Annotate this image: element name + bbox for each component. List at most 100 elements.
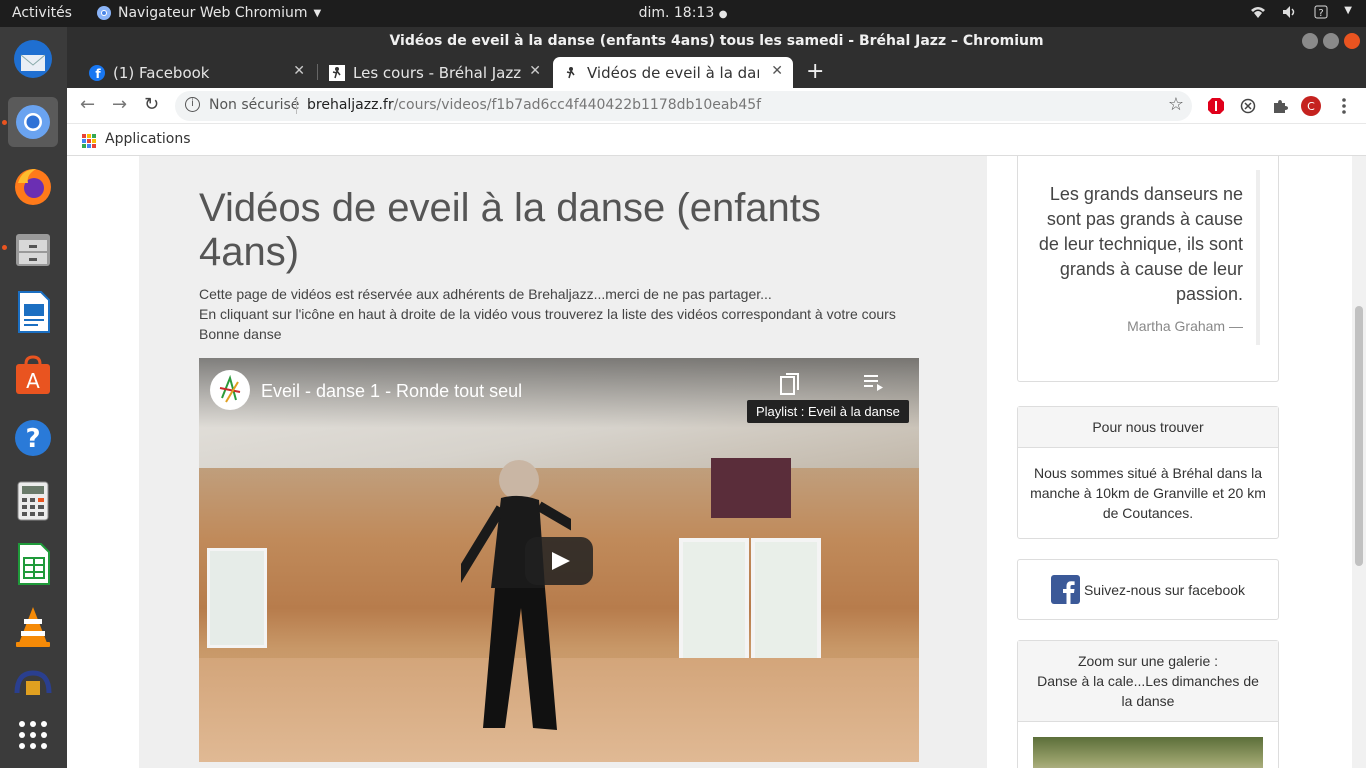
gallery-heading-line2: Danse à la cale...Les dimanches de la da… <box>1037 673 1259 709</box>
help-icon: ? <box>15 420 51 456</box>
playlist-tooltip: Playlist : Eveil à la danse <box>747 400 909 423</box>
svg-text:C: C <box>1307 100 1315 113</box>
gallery-heading-line1: Zoom sur une galerie : <box>1077 653 1219 669</box>
firefox-icon <box>15 169 51 205</box>
close-icon[interactable]: ✕ <box>293 63 305 79</box>
intro-line-members-only: Cette page de vidéos est réservée aux ad… <box>199 286 772 302</box>
tab-les-cours[interactable]: Les cours - Bréhal Jazz ✕ <box>319 57 551 88</box>
chromium-icon <box>97 6 111 20</box>
video-frame-window <box>679 538 749 668</box>
extensions-puzzle-icon[interactable] <box>1270 96 1290 116</box>
play-button[interactable] <box>525 537 593 585</box>
bookmark-star-icon[interactable]: ☆ <box>1168 94 1184 115</box>
tab-label: (1) Facebook <box>113 63 210 82</box>
find-us-heading: Pour nous trouver <box>1018 407 1278 448</box>
calculator-icon <box>17 481 49 521</box>
tab-videos-eveil[interactable]: Vidéos de eveil à la danse ✕ <box>553 57 793 88</box>
ubuntu-dock: A ? <box>0 27 67 768</box>
svg-text:f: f <box>95 67 101 81</box>
dock-libreoffice-calc[interactable] <box>8 539 58 589</box>
youtube-video-player[interactable]: Eveil - danse 1 - Ronde tout seul Playli… <box>199 358 919 762</box>
dock-files[interactable] <box>8 224 58 274</box>
quote-text: Les grands danseurs ne sont pas grands à… <box>1038 184 1243 304</box>
bookmarks-bar: Applications <box>67 124 1366 156</box>
facebook-follow-link[interactable]: Suivez-nous sur facebook <box>1084 582 1245 598</box>
dock-calculator[interactable] <box>8 476 58 526</box>
apps-grid-icon[interactable] <box>82 134 96 148</box>
file-cabinet-icon <box>16 234 50 266</box>
volume-icon <box>1282 5 1298 23</box>
dock-software-center[interactable]: A <box>8 350 58 400</box>
dock-vlc[interactable] <box>8 602 58 652</box>
chevron-down-icon: ▼ <box>313 7 322 19</box>
facebook-panel[interactable]: Suivez-nous sur facebook <box>1017 559 1279 620</box>
close-icon[interactable]: ✕ <box>771 63 783 79</box>
page-scrollbar[interactable] <box>1352 156 1366 768</box>
find-us-body: Nous sommes situé à Bréhal dans la manch… <box>1030 465 1266 521</box>
svg-text:A: A <box>26 369 40 393</box>
video-frame-window <box>751 538 821 668</box>
quote-panel: Les grands danseurs ne sont pas grands à… <box>1017 156 1279 382</box>
video-frame-dancer <box>461 460 571 730</box>
video-title[interactable]: Eveil - danse 1 - Ronde tout seul <box>261 381 522 402</box>
thunderbird-icon <box>14 40 52 78</box>
app-menu-label: Navigateur Web Chromium <box>118 5 308 21</box>
vlc-cone-icon <box>16 607 50 647</box>
clock[interactable]: dim. 18:13 <box>639 5 715 21</box>
writer-document-icon <box>18 291 50 333</box>
dock-help[interactable]: ? <box>8 413 58 463</box>
forward-arrow-icon[interactable]: → <box>112 94 127 115</box>
dock-audio-app[interactable] <box>8 665 58 695</box>
video-frame-window <box>207 548 267 648</box>
video-frame-tapestry <box>711 458 791 518</box>
dock-firefox[interactable] <box>8 161 58 211</box>
blocker-extension-icon[interactable] <box>1238 96 1258 116</box>
activities-button[interactable]: Activités <box>12 5 72 21</box>
address-bar[interactable]: i Non sécurisé brehaljazz.fr/cours/video… <box>175 91 1192 121</box>
app-grid-icon <box>19 721 47 749</box>
gallery-thumbnail[interactable] <box>1033 737 1263 768</box>
app-menu[interactable]: Navigateur Web Chromium ▼ <box>96 5 321 21</box>
playlist-icon[interactable] <box>864 374 886 392</box>
copy-link-icon[interactable] <box>779 372 801 396</box>
security-label[interactable]: Non sécurisé <box>209 97 299 113</box>
tab-label: Vidéos de eveil à la danse <box>587 63 759 82</box>
profile-avatar[interactable]: C <box>1301 96 1321 116</box>
reload-icon[interactable]: ↻ <box>144 94 159 115</box>
svg-text:?: ? <box>25 424 40 454</box>
window-titlebar[interactable]: Vidéos de eveil à la danse (enfants 4ans… <box>67 27 1366 55</box>
svg-text:?: ? <box>1319 8 1324 19</box>
help-icon: ? <box>1314 5 1328 23</box>
dock-thunderbird[interactable] <box>8 34 58 84</box>
scrollbar-thumb[interactable] <box>1355 306 1363 566</box>
quote-author: Martha Graham — <box>1127 318 1243 334</box>
new-tab-button[interactable]: + <box>806 59 824 84</box>
main-content: Vidéos de eveil à la danse (enfants 4ans… <box>139 156 987 768</box>
tab-separator <box>317 64 318 80</box>
gallery-panel: Zoom sur une galerie : Danse à la cale..… <box>1017 640 1279 768</box>
close-icon[interactable]: ✕ <box>529 63 541 79</box>
intro-line-playlist-hint: En cliquant sur l'icône en haut à droite… <box>199 306 896 322</box>
url-text[interactable]: brehaljazz.fr/cours/videos/f1b7ad6cc4f44… <box>307 97 761 113</box>
notification-dot-icon: ● <box>718 9 728 20</box>
show-applications-button[interactable] <box>8 710 58 760</box>
quote-border <box>1256 170 1260 345</box>
adblock-icon[interactable] <box>1206 96 1226 116</box>
dock-libreoffice-writer[interactable] <box>8 287 58 337</box>
tab-label: Les cours - Bréhal Jazz <box>353 63 522 82</box>
minimize-icon[interactable] <box>1302 33 1318 49</box>
intro-line-bonne-danse: Bonne danse <box>199 326 282 342</box>
chromium-icon <box>16 105 50 139</box>
page-title: Vidéos de eveil à la danse (enfants 4ans… <box>199 186 821 274</box>
system-tray[interactable]: ? ▼ <box>1250 5 1352 23</box>
bookmark-applications[interactable]: Applications <box>105 131 191 147</box>
info-icon[interactable]: i <box>185 97 200 112</box>
dock-chromium[interactable] <box>8 97 58 147</box>
close-icon[interactable] <box>1344 33 1360 49</box>
channel-logo[interactable] <box>210 370 250 410</box>
tab-facebook[interactable]: f (1) Facebook ✕ <box>79 57 315 88</box>
back-arrow-icon[interactable]: ← <box>80 94 95 115</box>
menu-kebab-icon[interactable] <box>1334 96 1354 116</box>
ubuntu-top-bar: Activités Navigateur Web Chromium ▼ dim.… <box>0 0 1366 27</box>
maximize-icon[interactable] <box>1323 33 1339 49</box>
